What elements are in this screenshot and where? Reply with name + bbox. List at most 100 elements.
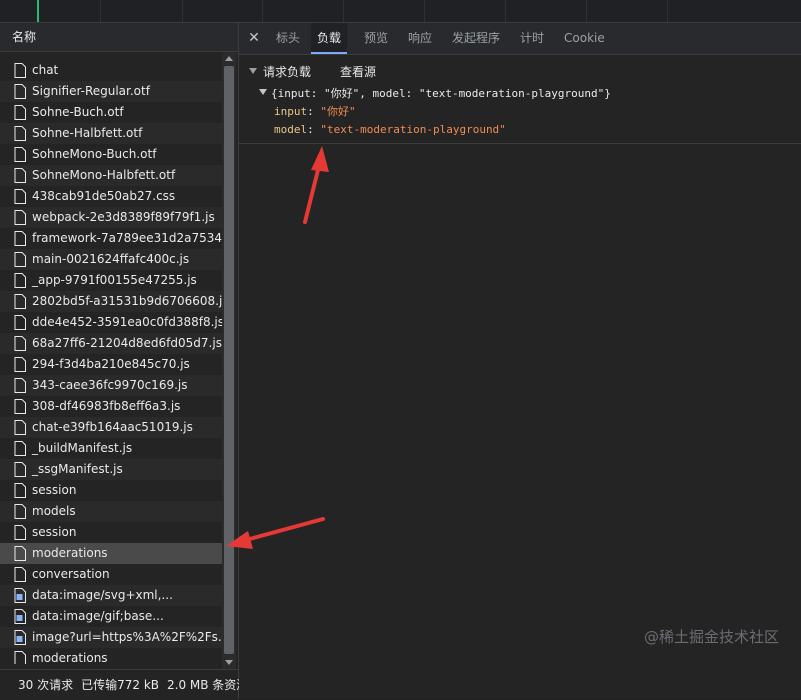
request-name: session (32, 483, 77, 497)
request-name: session (32, 525, 77, 539)
request-row[interactable]: 2802bd5f-a31531b9d6706608.js (0, 291, 222, 312)
property-value: "你好" (320, 105, 356, 118)
resource-size: 2.0 MB 条资源 (167, 678, 249, 692)
request-row[interactable]: image?url=https%3A%2F%2Fs.grav... (0, 627, 222, 648)
request-row[interactable]: session (0, 480, 222, 501)
file-icon (14, 231, 26, 246)
tab-response[interactable]: 响应 (408, 23, 432, 54)
tab-timing[interactable]: 计时 (520, 23, 544, 54)
request-name: 68a27ff6-21204d8ed6fd05d7.js (32, 336, 222, 350)
request-name: webpack-2e3d8389f89f79f1.js (32, 210, 215, 224)
timeline-gridline (424, 0, 425, 22)
scroll-up-icon[interactable] (225, 56, 233, 61)
watermark: @稀土掘金技术社区 (643, 628, 779, 646)
property-key: input (274, 105, 308, 118)
tab-preview[interactable]: 预览 (364, 23, 388, 54)
request-row[interactable]: 294-f3d4ba210e845c70.js (0, 354, 222, 375)
request-row[interactable]: SohneMono-Halbfett.otf (0, 165, 222, 186)
name-column-header[interactable]: 名称 (0, 23, 238, 52)
request-row[interactable]: data:image/svg+xml,... (0, 585, 222, 606)
request-row[interactable]: webpack-2e3d8389f89f79f1.js (0, 207, 222, 228)
file-icon (14, 399, 26, 414)
request-row[interactable]: chat-e39fb164aac51019.js (0, 417, 222, 438)
file-icon (14, 273, 26, 288)
file-icon (14, 441, 26, 456)
file-icon (14, 504, 26, 519)
file-icon (14, 63, 26, 78)
request-row[interactable]: 438cab91de50ab27.css (0, 186, 222, 207)
scroll-down-icon[interactable] (225, 660, 233, 665)
tab-payload[interactable]: 负载 (311, 23, 348, 54)
request-row[interactable]: Signifier-Regular.otf (0, 81, 222, 102)
payload-summary-text: {input: "你好", model: "text-moderation-pl… (271, 87, 611, 100)
request-count: 30 次请求 (18, 678, 74, 692)
request-row[interactable]: 308-df46983fb8eff6a3.js (0, 396, 222, 417)
request-row[interactable]: Sohne-Buch.otf (0, 102, 222, 123)
request-row[interactable]: moderations (0, 648, 222, 664)
request-row[interactable]: models (0, 501, 222, 522)
timeline-overview (0, 0, 801, 23)
request-row[interactable]: framework-7a789ee31d2a7534.js (0, 228, 222, 249)
request-row[interactable]: dde4e452-3591ea0c0fd388f8.js (0, 312, 222, 333)
file-icon (14, 651, 26, 664)
request-row[interactable]: 68a27ff6-21204d8ed6fd05d7.js (0, 333, 222, 354)
request-name: 294-f3d4ba210e845c70.js (32, 357, 190, 371)
request-row[interactable]: conversation (0, 564, 222, 585)
timeline-gridline (100, 0, 101, 22)
request-row[interactable]: 343-caee36fc9970c169.js (0, 375, 222, 396)
expand-triangle-icon (249, 68, 257, 74)
request-row[interactable]: _ssgManifest.js (0, 459, 222, 480)
payload-property: input: "你好" (274, 105, 356, 118)
timeline-gridline (343, 0, 344, 22)
request-name: conversation (32, 567, 110, 581)
image-file-icon (14, 609, 26, 624)
request-name: framework-7a789ee31d2a7534.js (32, 231, 222, 245)
request-name: chat (32, 63, 59, 77)
payload-section-toggle[interactable]: 请求负载 (249, 63, 311, 81)
file-icon (14, 462, 26, 477)
property-value: "text-moderation-playground" (320, 123, 506, 136)
request-row[interactable]: data:image/gif;base... (0, 606, 222, 627)
timeline-gridline (667, 0, 668, 22)
request-row[interactable]: _app-9791f00155e47255.js (0, 270, 222, 291)
file-icon (14, 420, 26, 435)
request-row[interactable]: chat (0, 60, 222, 81)
request-row[interactable]: SohneMono-Buch.otf (0, 144, 222, 165)
close-icon[interactable]: ✕ (245, 23, 263, 54)
request-name: _app-9791f00155e47255.js (32, 273, 197, 287)
request-name: models (32, 504, 76, 518)
property-key: model (274, 123, 308, 136)
file-icon (14, 168, 26, 183)
request-name: 2802bd5f-a31531b9d6706608.js (32, 294, 222, 308)
tab-headers[interactable]: 标头 (276, 23, 300, 54)
detail-tabs: ✕ 标头 负载 预览 响应 发起程序 计时 Cookie (239, 23, 801, 55)
timeline-gridline (182, 0, 183, 22)
request-row[interactable]: Sohne-Halbfett.otf (0, 123, 222, 144)
request-name: main-0021624ffafc400c.js (32, 252, 190, 266)
request-name: dde4e452-3591ea0c0fd388f8.js (32, 315, 222, 329)
request-name: moderations (32, 546, 108, 560)
tab-cookies[interactable]: Cookie (564, 23, 605, 54)
request-row[interactable]: moderations (0, 543, 222, 564)
payload-property: model: "text-moderation-playground" (274, 123, 506, 136)
timeline-gridline (586, 0, 587, 22)
tab-initiator[interactable]: 发起程序 (452, 23, 500, 54)
request-row[interactable]: main-0021624ffafc400c.js (0, 249, 222, 270)
request-row[interactable]: _buildManifest.js (0, 438, 222, 459)
payload-object-summary[interactable]: {input: "你好", model: "text-moderation-pl… (259, 86, 611, 102)
file-icon (14, 483, 26, 498)
file-icon (14, 294, 26, 309)
scrollbar-thumb[interactable] (224, 66, 234, 654)
request-list-scrollbar[interactable] (222, 52, 236, 669)
request-row[interactable]: session (0, 522, 222, 543)
request-name: SohneMono-Buch.otf (32, 147, 157, 161)
file-icon (14, 252, 26, 267)
view-source-button[interactable]: 查看源 (340, 63, 376, 81)
request-name: chat-e39fb164aac51019.js (32, 420, 193, 434)
status-bar: 30 次请求 已传输772 kB 2.0 MB 条资源 (0, 669, 248, 700)
transferred-size: 已传输772 kB (81, 678, 159, 692)
request-list: chat Signifier-Regular.otf Sohne-Buch.otf S… (0, 52, 222, 664)
list-top-spacer (0, 52, 222, 60)
request-name: Sohne-Buch.otf (32, 105, 124, 119)
request-name: 343-caee36fc9970c169.js (32, 378, 188, 392)
